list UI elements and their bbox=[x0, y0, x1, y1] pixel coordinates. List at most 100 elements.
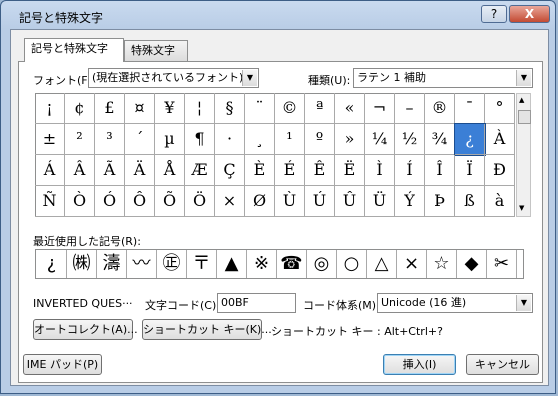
autocorrect-button[interactable]: オートコレクト(A)... bbox=[33, 319, 138, 340]
scrollbar-thumb[interactable] bbox=[518, 110, 531, 124]
symbol-cell[interactable]: Ø bbox=[245, 186, 275, 217]
cancel-button[interactable]: キャンセル bbox=[466, 354, 539, 375]
recent-symbol-cell[interactable]: ◎ bbox=[307, 250, 337, 278]
scroll-down-icon[interactable]: ▼ bbox=[519, 204, 524, 212]
symbol-cell[interactable]: ª bbox=[305, 93, 335, 124]
symbol-cell[interactable]: Â bbox=[65, 155, 95, 186]
symbol-grid-scrollbar[interactable]: ▲ ▼ bbox=[516, 93, 531, 217]
symbol-cell[interactable]: Í bbox=[395, 155, 425, 186]
symbol-cell[interactable]: © bbox=[275, 93, 305, 124]
scroll-up-icon[interactable]: ▲ bbox=[519, 96, 524, 104]
symbol-cell[interactable]: ¸ bbox=[245, 124, 275, 155]
symbol-cell[interactable]: ¯ bbox=[455, 93, 485, 124]
symbol-cell[interactable]: Ù bbox=[275, 186, 305, 217]
symbol-cell[interactable]: µ bbox=[155, 124, 185, 155]
symbol-cell[interactable]: ² bbox=[65, 124, 95, 155]
recent-symbol-cell[interactable]: ✂ bbox=[487, 250, 517, 278]
recent-symbol-cell[interactable]: ㊣ bbox=[157, 250, 187, 278]
symbol-cell[interactable]: Û bbox=[335, 186, 365, 217]
recent-symbol-cell[interactable]: ¿ bbox=[37, 250, 67, 278]
symbol-cell[interactable]: Ó bbox=[95, 186, 125, 217]
shortcut-key-button[interactable]: ショートカット キー(K)... bbox=[142, 319, 272, 340]
symbol-cell[interactable]: Ë bbox=[335, 155, 365, 186]
code-system-select[interactable]: Unicode (16 進) ▼ bbox=[377, 293, 533, 313]
symbol-cell[interactable]: Þ bbox=[425, 186, 455, 217]
symbol-cell[interactable]: Ä bbox=[125, 155, 155, 186]
symbol-cell[interactable]: É bbox=[275, 155, 305, 186]
symbol-cell[interactable]: £ bbox=[95, 93, 125, 124]
char-code-input[interactable]: 00BF bbox=[217, 293, 296, 313]
symbol-cell[interactable]: Ì bbox=[365, 155, 395, 186]
symbol-cell[interactable]: ® bbox=[425, 93, 455, 124]
recent-symbol-cell[interactable]: ☆ bbox=[427, 250, 457, 278]
symbol-cell[interactable]: « bbox=[335, 93, 365, 124]
symbol-cell[interactable]: ¹ bbox=[275, 124, 305, 155]
symbol-cell[interactable]: ¨ bbox=[245, 93, 275, 124]
symbol-cell[interactable]: ¼ bbox=[365, 124, 395, 155]
symbol-cell[interactable]: Î bbox=[425, 155, 455, 186]
symbol-cell[interactable]: Ò bbox=[65, 186, 95, 217]
symbol-cell[interactable]: Ö bbox=[185, 186, 215, 217]
symbol-cell[interactable]: ¢ bbox=[65, 93, 95, 124]
recent-symbol-cell[interactable]: ○ bbox=[337, 250, 367, 278]
symbol-cell[interactable]: Ç bbox=[215, 155, 245, 186]
symbol-cell[interactable]: Ô bbox=[125, 186, 155, 217]
symbol-cell[interactable]: Ü bbox=[365, 186, 395, 217]
recent-symbol-cell[interactable]: ㈱ bbox=[67, 250, 97, 278]
symbol-cell[interactable]: ¤ bbox=[125, 93, 155, 124]
symbol-cell[interactable]: À bbox=[485, 124, 515, 155]
symbol-cell[interactable]: Õ bbox=[155, 186, 185, 217]
symbol-cell[interactable]: ¡ bbox=[35, 93, 65, 124]
symbol-cell[interactable]: º bbox=[305, 124, 335, 155]
symbol-cell[interactable]: Ð bbox=[485, 155, 515, 186]
recent-symbol-cell[interactable]: × bbox=[397, 250, 427, 278]
symbol-cell[interactable]: Á bbox=[35, 155, 65, 186]
symbol-cell[interactable]: ¿ bbox=[454, 123, 486, 156]
symbol-cell[interactable]: ¾ bbox=[425, 124, 455, 155]
symbol-cell[interactable]: ³ bbox=[95, 124, 125, 155]
recent-symbol-cell[interactable]: ◆ bbox=[457, 250, 487, 278]
ime-pad-button[interactable]: IME パッド(P) bbox=[23, 354, 102, 375]
symbol-cell[interactable]: Ã bbox=[95, 155, 125, 186]
recent-symbol-cell[interactable]: ※ bbox=[247, 250, 277, 278]
symbol-cell[interactable]: × bbox=[215, 186, 245, 217]
symbol-cell[interactable]: ° bbox=[485, 93, 515, 124]
tab-special-characters[interactable]: 特殊文字 bbox=[124, 40, 188, 61]
help-button[interactable]: ? bbox=[481, 5, 507, 23]
symbol-cell[interactable]: · bbox=[215, 124, 245, 155]
recent-symbol-cell[interactable]: ☎ bbox=[277, 250, 307, 278]
symbol-cell[interactable]: § bbox=[215, 93, 245, 124]
symbol-cell[interactable]: Ï bbox=[455, 155, 485, 186]
symbol-cell[interactable]: ¶ bbox=[185, 124, 215, 155]
symbol-cell[interactable]: ¥ bbox=[155, 93, 185, 124]
recent-symbol-cell[interactable]: 濤 bbox=[97, 250, 127, 278]
symbol-cell[interactable]: Ý bbox=[395, 186, 425, 217]
symbol-cell[interactable]: » bbox=[335, 124, 365, 155]
symbol-cell[interactable]: È bbox=[245, 155, 275, 186]
symbol-cell[interactable]: ¦ bbox=[185, 93, 215, 124]
title-bar[interactable]: 記号と特殊文字 bbox=[5, 1, 553, 29]
symbol-cell[interactable]: ½ bbox=[395, 124, 425, 155]
symbol-cell[interactable]: à bbox=[485, 186, 515, 217]
recent-symbol-cell[interactable]: 〰 bbox=[127, 250, 157, 278]
tab-symbols[interactable]: 記号と特殊文字 bbox=[24, 38, 124, 62]
symbol-cell[interactable]: Ñ bbox=[35, 186, 65, 217]
recent-symbols[interactable]: ¿ ㈱濤〰㊣〒 ▲ ※ ☎ ◎ ○ △ × ☆ ◆ ✂ bbox=[35, 249, 524, 279]
symbol-grid[interactable]: ¡ ¢ £ ¤ ¥ ¦ § ¨ © ª «¬ – ® ¯ ° ± ² ³ ´ µ ¶ · ¸ ¹ º» ¼ ½ ¾ ¿ À Á Â Ã Ä Å Æ Ç È… bbox=[35, 93, 515, 217]
symbol-cell[interactable]: Å bbox=[155, 155, 185, 186]
symbol-cell[interactable]: ± bbox=[35, 124, 65, 155]
subset-select[interactable]: ラテン 1 補助 ▼ bbox=[353, 68, 533, 88]
symbol-cell[interactable]: Ê bbox=[305, 155, 335, 186]
symbol-cell[interactable]: ¬ bbox=[365, 93, 395, 124]
close-button[interactable]: X bbox=[509, 5, 550, 23]
symbol-cell[interactable]: Ú bbox=[305, 186, 335, 217]
recent-symbol-cell[interactable]: △ bbox=[367, 250, 397, 278]
font-select[interactable]: (現在選択されているフォント) ▼ bbox=[88, 68, 259, 88]
insert-button[interactable]: 挿入(I) bbox=[383, 354, 456, 375]
symbol-cell[interactable]: ´ bbox=[125, 124, 155, 155]
symbol-cell[interactable]: Æ bbox=[185, 155, 215, 186]
symbol-cell[interactable]: ß bbox=[455, 186, 485, 217]
recent-symbol-cell[interactable]: 〒 bbox=[187, 250, 217, 278]
recent-symbol-cell[interactable]: ▲ bbox=[217, 250, 247, 278]
symbol-cell[interactable]: – bbox=[395, 93, 425, 124]
